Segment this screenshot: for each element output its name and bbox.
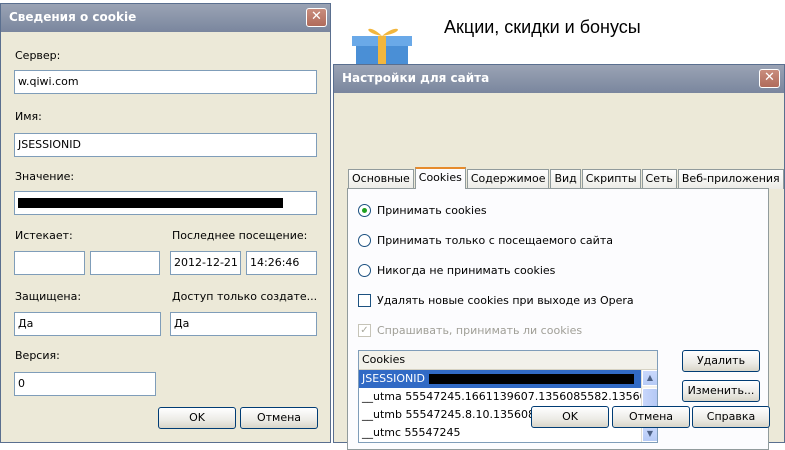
server-label: Сервер: (15, 49, 61, 62)
cookie-list-row[interactable]: JSESSIONID (359, 370, 651, 388)
radio-checked-icon (358, 204, 371, 217)
cookie-details-dialog: Сведения о cookie ✕ Сервер: w.qiwi.com И… (0, 3, 331, 443)
dialog-title: Настройки для сайта (342, 71, 490, 85)
option-label: Удалять новые cookies при выходе из Oper… (377, 294, 634, 307)
tab-3[interactable]: Вид (550, 169, 581, 189)
tab-6[interactable]: Веб-приложения (677, 169, 784, 189)
tab-2[interactable]: Содержимое (466, 169, 550, 189)
last-visit-time-field[interactable]: 14:26:46 (246, 251, 317, 275)
version-field[interactable]: 0 (14, 372, 156, 396)
checkbox-icon (358, 294, 371, 307)
accept-visited-only-option[interactable]: Принимать только с посещаемого сайта (358, 234, 613, 247)
scroll-up-icon[interactable]: ▲ (642, 370, 657, 386)
help-button[interactable]: Справка (692, 406, 770, 428)
promo-banner-text[interactable]: Акции, скидки и бонусы (444, 17, 641, 38)
cookie-list-header[interactable]: Cookies (359, 351, 657, 370)
cookie-list[interactable]: Cookies JSESSIONID __utma 55547245.166113… (358, 350, 658, 443)
tab-5[interactable]: Сеть (641, 169, 677, 189)
secure-field[interactable]: Да (14, 312, 161, 336)
last-visit-date-field[interactable]: 2012-12-21 (170, 251, 241, 275)
option-label: Принимать только с посещаемого сайта (377, 234, 613, 247)
settings-tabs: Основные Cookies Содержимое Вид Скрипты Сеть В… (348, 167, 785, 189)
delete-cookie-button[interactable]: Удалить (682, 350, 760, 372)
creator-only-field[interactable]: Да (170, 312, 317, 336)
redacted-value (18, 198, 283, 208)
last-visit-label: Последнее посещение: (172, 229, 308, 242)
value-field[interactable] (14, 191, 317, 215)
cookie-list-row[interactable]: __utma 55547245.1661139607.1356085582.13… (359, 388, 651, 406)
radio-icon (358, 234, 371, 247)
name-field[interactable]: JSESSIONID (14, 133, 317, 157)
cookie-name: JSESSIONID (362, 372, 425, 385)
site-settings-dialog: Настройки для сайта ✕ Основные Cookies Сод… (333, 64, 785, 450)
creator-only-label: Доступ только создате... (172, 290, 318, 303)
checkmark-icon: ✓ (358, 324, 371, 337)
dialog-title: Сведения о cookie (9, 10, 137, 24)
ask-accept-checkbox[interactable]: ✓ Спрашивать, принимать ли cookies (358, 324, 582, 337)
expires-time-field[interactable] (90, 251, 160, 275)
radio-icon (358, 264, 371, 277)
option-label: Принимать cookies (377, 204, 487, 217)
cancel-button[interactable]: Отмена (240, 407, 318, 429)
never-accept-option[interactable]: Никогда не принимать cookies (358, 264, 555, 277)
edit-cookie-button[interactable]: Изменить... (682, 380, 760, 402)
delete-on-exit-checkbox[interactable]: Удалять новые cookies при выходе из Oper… (358, 294, 634, 307)
close-icon[interactable]: ✕ (306, 8, 327, 27)
name-label: Имя: (15, 110, 42, 123)
version-label: Версия: (15, 349, 60, 362)
tab-0[interactable]: Основные (348, 169, 414, 189)
option-label: Никогда не принимать cookies (377, 264, 556, 277)
accept-cookies-option[interactable]: Принимать cookies (358, 204, 487, 217)
site-settings-titlebar[interactable]: Настройки для сайта (334, 65, 784, 93)
cookie-details-titlebar[interactable]: Сведения о cookie (1, 4, 330, 32)
tab-1[interactable]: Cookies (414, 167, 466, 189)
cancel-button[interactable]: Отмена (612, 406, 690, 428)
ok-button[interactable]: OK (531, 406, 609, 428)
secure-label: Защищена: (15, 290, 82, 303)
expires-label: Истекает: (15, 229, 73, 242)
scroll-down-icon[interactable]: ▼ (642, 426, 657, 442)
expires-date-field[interactable] (14, 251, 85, 275)
close-icon[interactable]: ✕ (759, 69, 780, 88)
server-field[interactable]: w.qiwi.com (14, 70, 317, 94)
cookie-name: __utmc 55547245 (362, 426, 461, 439)
option-label: Спрашивать, принимать ли cookies (377, 324, 583, 337)
ok-button[interactable]: OK (158, 407, 236, 429)
redacted-value (429, 374, 634, 384)
cookie-name: __utma 55547245.1661139607.1356085582.13… (362, 390, 651, 403)
value-label: Значение: (15, 170, 75, 183)
tab-4[interactable]: Скрипты (581, 169, 641, 189)
